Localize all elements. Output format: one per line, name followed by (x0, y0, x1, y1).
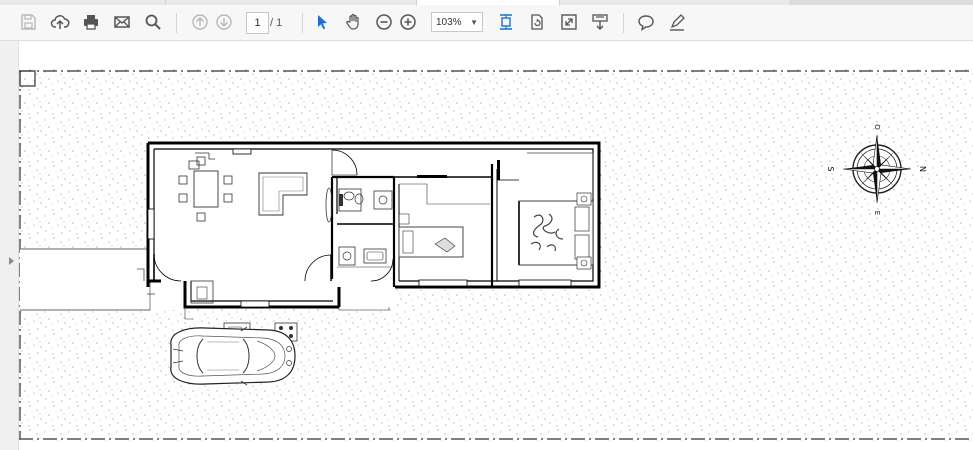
fullscreen-button[interactable] (556, 9, 582, 35)
rotate-button[interactable] (524, 9, 550, 35)
next-page-button[interactable] (211, 9, 237, 35)
compass-label-s: S (826, 166, 835, 171)
arrow-down-circle-icon (216, 14, 232, 30)
single-bed (398, 226, 464, 258)
chevron-down-icon: ▼ (470, 18, 478, 27)
pen-icon (670, 14, 685, 31)
printer-icon (84, 15, 98, 30)
zoom-select[interactable]: 103% ▼ (431, 12, 483, 32)
hand-icon (346, 13, 359, 30)
search-button[interactable] (140, 9, 166, 35)
toolbar: 1 / 1 103% ▼ (0, 5, 973, 41)
select-tool-button[interactable] (309, 9, 335, 35)
cloud-upload-icon (50, 15, 70, 29)
arrow-up-circle-icon (192, 14, 208, 30)
toolbar-separator (302, 13, 303, 33)
toolbar-separator (623, 13, 624, 33)
zoom-in-button[interactable] (395, 9, 421, 35)
cursor-arrow-icon (318, 15, 327, 30)
email-button[interactable] (109, 9, 135, 35)
speech-bubble-icon (638, 15, 654, 31)
highlight-button[interactable] (664, 9, 690, 35)
rotate-page-icon (531, 14, 543, 30)
save-icon (21, 14, 36, 30)
download-button[interactable] (587, 9, 613, 35)
page-total-label: / 1 (270, 17, 283, 29)
zoom-out-button[interactable] (371, 9, 397, 35)
previous-page-button[interactable] (187, 9, 213, 35)
washbasin (373, 190, 393, 210)
compass-label-o: O (873, 124, 881, 130)
expand-panel-icon (9, 257, 14, 265)
plus-circle-icon (400, 14, 416, 30)
compass-label-e: E (873, 211, 881, 215)
zoom-value: 103% (436, 17, 462, 28)
search-icon (145, 14, 161, 30)
download-tray-icon (592, 14, 608, 30)
driveway (20, 249, 150, 310)
envelope-icon (114, 16, 130, 28)
print-button[interactable] (78, 9, 104, 35)
floor-plan-drawing: N S O E (19, 69, 973, 441)
upload-button[interactable] (47, 9, 73, 35)
toolbar-separator (176, 13, 177, 33)
save-button[interactable] (15, 9, 41, 35)
side-panel-toggle[interactable] (0, 41, 19, 450)
compass-label-n: N (918, 166, 927, 172)
comment-button[interactable] (633, 9, 659, 35)
fit-page-button[interactable] (493, 9, 519, 35)
fit-page-icon (500, 14, 512, 30)
hand-tool-button[interactable] (341, 9, 367, 35)
page-number-input[interactable]: 1 (246, 12, 269, 34)
minus-circle-icon (376, 14, 392, 30)
car (170, 326, 296, 386)
document-viewer[interactable]: N S O E (0, 41, 973, 450)
dining-table (193, 170, 219, 208)
expand-icon (561, 14, 577, 30)
